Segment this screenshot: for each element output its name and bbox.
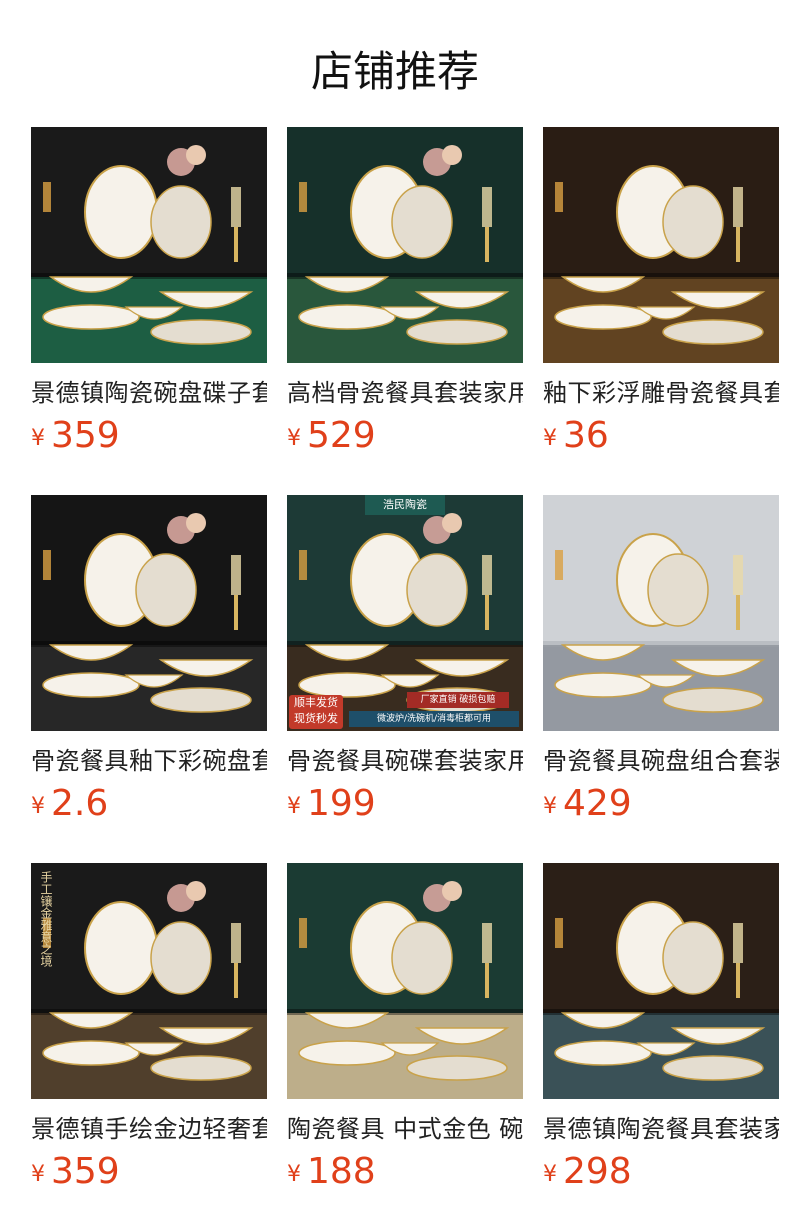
tableware-photo: [31, 127, 267, 363]
product-price: ¥359: [31, 1151, 120, 1192]
price-value: 188: [307, 1151, 376, 1192]
currency-symbol: ¥: [31, 426, 45, 451]
price-value: 359: [51, 415, 120, 456]
currency-symbol: ¥: [543, 426, 557, 451]
product-card[interactable]: 浩民陶瓷顺丰发货 现货秒发 厂家直销 破损包赔微波炉/洗碗机/消毒柜都可用骨瓷餐具碗…: [287, 495, 523, 825]
currency-symbol: ¥: [543, 794, 557, 819]
tableware-photo: [31, 495, 267, 731]
price-value: 298: [563, 1151, 632, 1192]
tableware-photo: [287, 863, 523, 1099]
product-price: ¥2.6: [31, 783, 108, 824]
product-card[interactable]: 骨瓷餐具釉下彩碗盘套装 ¥2.6: [31, 495, 267, 825]
product-card[interactable]: 景德镇陶瓷碗盘碟子套装 ¥359: [31, 127, 267, 457]
product-card[interactable]: 釉下彩浮雕骨瓷餐具套装 ¥36: [543, 127, 779, 457]
product-image[interactable]: [543, 127, 779, 363]
product-image[interactable]: 浩民陶瓷顺丰发货 现货秒发 厂家直销 破损包赔微波炉/洗碗机/消毒柜都可用: [287, 495, 523, 731]
promo-line: 微波炉/洗碗机/消毒柜都可用: [349, 711, 519, 727]
product-image[interactable]: 手工镶金雅意之境: [31, 863, 267, 1099]
product-image[interactable]: [287, 863, 523, 1099]
product-card[interactable]: 陶瓷餐具 中式金色 碗碟 ¥188: [287, 863, 523, 1193]
product-price: ¥429: [543, 783, 632, 824]
shop-badge: 浩民陶瓷: [365, 495, 445, 515]
tableware-photo: [543, 495, 779, 731]
product-image[interactable]: [543, 495, 779, 731]
tableware-photo: [543, 127, 779, 363]
product-name[interactable]: 景德镇手绘金边轻奢套装: [31, 1109, 267, 1141]
product-price: ¥298: [543, 1151, 632, 1192]
price-value: 529: [307, 415, 376, 456]
product-price: ¥199: [287, 783, 376, 824]
product-card[interactable]: 手工镶金雅意之境景德镇手绘金边轻奢套装 ¥359: [31, 863, 267, 1193]
currency-symbol: ¥: [31, 1162, 45, 1187]
product-name[interactable]: 骨瓷餐具碗碟套装家用: [287, 741, 523, 773]
price-value: 359: [51, 1151, 120, 1192]
product-image[interactable]: [31, 127, 267, 363]
product-price: ¥529: [287, 415, 376, 456]
currency-symbol: ¥: [287, 1162, 301, 1187]
price-value: 199: [307, 783, 376, 824]
price-value: 429: [563, 783, 632, 824]
product-name[interactable]: 景德镇陶瓷餐具套装家用: [543, 1109, 779, 1141]
price-value: 2.6: [51, 783, 109, 824]
tableware-photo: [543, 863, 779, 1099]
currency-symbol: ¥: [31, 794, 45, 819]
product-price: ¥36: [543, 415, 609, 456]
product-image[interactable]: [31, 495, 267, 731]
promo-line: 厂家直销 破损包赔: [407, 692, 509, 708]
tableware-photo: [31, 863, 267, 1099]
currency-symbol: ¥: [287, 426, 301, 451]
product-image[interactable]: [543, 863, 779, 1099]
product-name[interactable]: 陶瓷餐具 中式金色 碗碟: [287, 1109, 523, 1141]
product-name[interactable]: 骨瓷餐具釉下彩碗盘套装: [31, 741, 267, 773]
brand-slogan: 手工镶金雅意之境: [39, 871, 53, 967]
currency-symbol: ¥: [543, 1162, 557, 1187]
page-title: 店铺推荐: [310, 47, 479, 96]
tableware-photo: [287, 127, 523, 363]
product-card[interactable]: 骨瓷餐具碗盘组合套装 ¥429: [543, 495, 779, 825]
promo-badge: 顺丰发货 现货秒发: [289, 695, 343, 729]
currency-symbol: ¥: [287, 794, 301, 819]
product-card[interactable]: 景德镇陶瓷餐具套装家用 ¥298: [543, 863, 779, 1193]
product-price: ¥188: [287, 1151, 376, 1192]
product-image[interactable]: [287, 127, 523, 363]
product-name[interactable]: 骨瓷餐具碗盘组合套装: [543, 741, 779, 773]
product-name[interactable]: 釉下彩浮雕骨瓷餐具套装: [543, 373, 779, 405]
product-name[interactable]: 高档骨瓷餐具套装家用: [287, 373, 523, 405]
price-value: 36: [563, 415, 609, 456]
product-card[interactable]: 高档骨瓷餐具套装家用 ¥529: [287, 127, 523, 457]
product-price: ¥359: [31, 415, 120, 456]
product-name[interactable]: 景德镇陶瓷碗盘碟子套装: [31, 373, 267, 405]
